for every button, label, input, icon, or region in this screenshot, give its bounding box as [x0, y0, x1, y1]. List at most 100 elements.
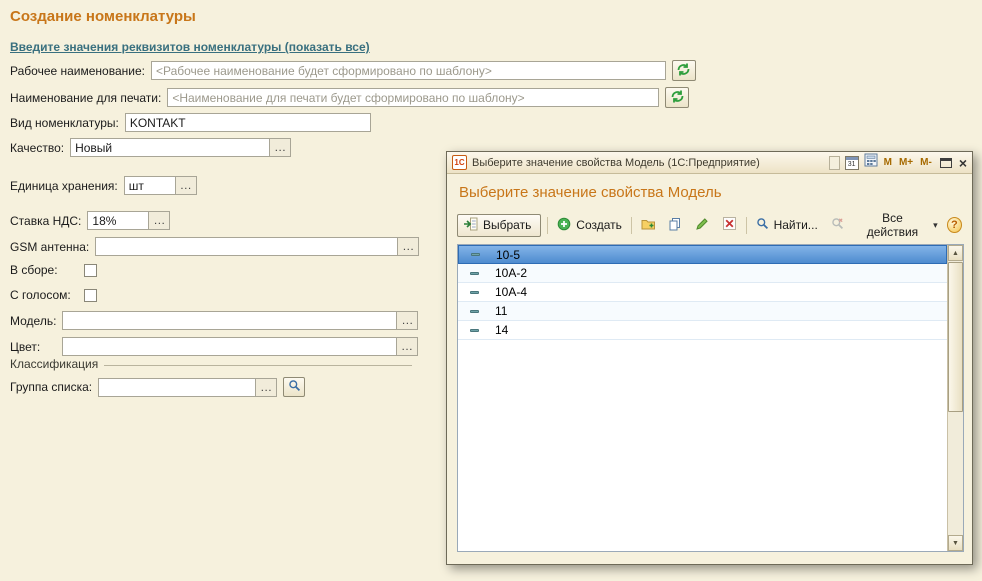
list-item[interactable]: 11: [458, 302, 947, 321]
list-item-label: 11: [495, 304, 508, 318]
gsm-row: GSM антенна: …: [10, 237, 420, 256]
quality-label: Качество:: [10, 140, 65, 155]
all-actions-label: Все действия: [866, 211, 919, 239]
delete-icon: [722, 217, 736, 233]
list-group-select-button[interactable]: …: [256, 377, 278, 397]
list-item-label: 10A-2: [495, 266, 528, 280]
calendar-button[interactable]: 31: [844, 155, 859, 170]
vat-label: Ставка НДС:: [10, 213, 82, 228]
close-button[interactable]: ×: [959, 156, 967, 170]
select-button[interactable]: Выбрать: [457, 213, 542, 237]
model-input[interactable]: [62, 311, 398, 330]
print-name-row: Наименование для печати:: [10, 87, 690, 108]
dialog-titlebar[interactable]: 1С Выберите значение свойства Модель (1С…: [447, 152, 972, 174]
kind-row: Вид номенклатуры:: [10, 113, 371, 132]
m-button[interactable]: M: [883, 157, 893, 168]
vat-row: Ставка НДС: …: [10, 211, 171, 230]
group-separator-line: [104, 364, 412, 366]
clear-search-button[interactable]: [827, 214, 848, 236]
toolbar-separator: [630, 216, 632, 234]
generate-print-by-template-button[interactable]: [665, 87, 690, 108]
quality-row: Качество: …: [10, 138, 292, 157]
find-button[interactable]: Найти...: [753, 215, 821, 235]
list-group-label: Группа списка:: [10, 380, 93, 394]
classification-group: Классификация: [10, 357, 412, 371]
folder-plus-icon: [641, 217, 656, 234]
voice-checkbox[interactable]: [84, 288, 97, 302]
copy-icon: [668, 217, 682, 234]
item-dash-icon: [470, 290, 479, 294]
page-title: Создание номенклатуры: [10, 8, 196, 25]
delete-button[interactable]: [719, 214, 740, 236]
voice-label: С голосом:: [10, 288, 71, 302]
list-group-input[interactable]: [98, 377, 257, 397]
list-item[interactable]: 14: [458, 321, 947, 340]
model-label: Модель:: [10, 313, 57, 328]
edit-button[interactable]: [692, 214, 713, 236]
working-name-label: Рабочее наименование:: [10, 63, 145, 78]
list-item[interactable]: 10A-4: [458, 283, 947, 302]
select-button-label: Выбрать: [483, 218, 532, 232]
print-name-input[interactable]: [167, 88, 660, 107]
help-button[interactable]: ?: [946, 217, 962, 233]
assembled-checkbox[interactable]: [84, 263, 97, 277]
item-dash-icon: [470, 309, 479, 313]
scroll-up-button[interactable]: ▲: [948, 245, 963, 261]
working-name-input[interactable]: [150, 61, 666, 80]
create-group-button[interactable]: [638, 214, 659, 236]
classification-label: Классификация: [10, 357, 99, 371]
select-value-dialog: 1С Выберите значение свойства Модель (1С…: [446, 151, 973, 565]
kind-label: Вид номенклатуры:: [10, 115, 119, 130]
list-item-label: 14: [495, 323, 509, 337]
clear-search-icon: [831, 217, 844, 233]
model-select-button[interactable]: …: [397, 311, 419, 330]
maximize-icon: [939, 157, 952, 168]
scroll-thumb[interactable]: [948, 262, 963, 412]
gsm-input[interactable]: [95, 237, 399, 256]
color-input[interactable]: [62, 337, 397, 356]
dialog-title: Выберите значение свойства Модель (1С:Пр…: [472, 156, 760, 169]
list-group-search-button[interactable]: [283, 377, 306, 397]
working-name-row: Рабочее наименование:: [10, 60, 696, 81]
show-all-attributes-link[interactable]: Введите значения реквизитов номенклатуры…: [10, 40, 370, 54]
list-item-label: 10A-4: [495, 285, 528, 299]
kind-input[interactable]: [124, 113, 371, 132]
color-select-button[interactable]: …: [397, 337, 418, 356]
unit-input[interactable]: [123, 176, 176, 195]
create-icon: [557, 217, 571, 234]
create-button-label: Создать: [576, 218, 622, 232]
unit-select-button[interactable]: …: [175, 176, 197, 195]
scroll-down-button[interactable]: ▼: [948, 535, 963, 551]
quality-select-button[interactable]: …: [270, 138, 292, 157]
quality-input[interactable]: [70, 138, 271, 157]
list-item[interactable]: 10-5: [458, 245, 947, 264]
vertical-scrollbar[interactable]: ▲ ▼: [947, 245, 963, 551]
gsm-select-button[interactable]: …: [398, 237, 420, 256]
vat-select-button[interactable]: …: [149, 211, 171, 230]
1c-logo-icon: 1С: [452, 155, 467, 170]
calculator-button[interactable]: [864, 153, 878, 172]
values-list: 10-5 10A-2 10A-4 11 14 ▲ ▼: [457, 244, 964, 552]
item-dash-icon: [470, 271, 479, 275]
all-actions-button[interactable]: Все действия ▾: [854, 209, 941, 241]
list-item[interactable]: 10A-2: [458, 264, 947, 283]
assembled-label: В сборе:: [10, 263, 58, 277]
dialog-toolbar: Выбрать Создать Найти... Все действия ▾ …: [457, 209, 962, 241]
m-minus-button[interactable]: M-: [919, 157, 933, 168]
m-plus-button[interactable]: M+: [898, 157, 914, 168]
generate-by-template-icon: [676, 62, 691, 80]
maximize-button[interactable]: [938, 155, 954, 171]
generate-by-template-button[interactable]: [671, 60, 696, 81]
vat-input[interactable]: [87, 211, 150, 230]
list-item-label: 10-5: [496, 247, 521, 262]
dialog-heading: Выберите значение свойства Модель: [459, 184, 722, 201]
gsm-label: GSM антенна:: [10, 239, 90, 254]
copy-button[interactable]: [665, 214, 686, 236]
create-button[interactable]: Создать: [554, 215, 625, 236]
toolbar-separator: [547, 216, 549, 234]
chevron-down-icon: ▾: [933, 219, 938, 230]
find-button-label: Найти...: [773, 218, 818, 232]
voice-row: С голосом:: [10, 288, 97, 302]
assembled-row: В сборе:: [10, 263, 97, 277]
find-icon: [756, 217, 769, 233]
